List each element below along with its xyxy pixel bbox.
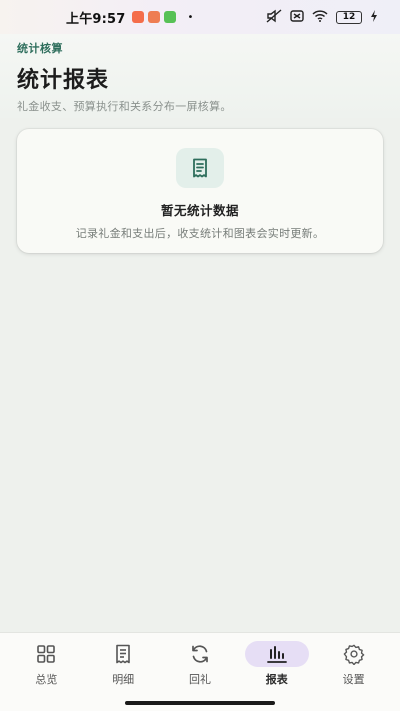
status-bar: 上午9:57 • 12: [0, 0, 400, 34]
app-notification-icon: [131, 11, 144, 23]
app-notification-icon: [163, 11, 176, 23]
refresh-icon: [168, 641, 232, 667]
gear-icon: [322, 641, 386, 667]
wifi-icon: [312, 9, 328, 25]
empty-state-description: 记录礼金和支出后，收支统计和图表会实时更新。: [75, 227, 325, 240]
home-indicator[interactable]: [125, 701, 275, 705]
empty-state-card: 暂无统计数据 记录礼金和支出后，收支统计和图表会实时更新。: [17, 129, 383, 253]
nav-label: 回礼: [188, 673, 211, 686]
nav-label: 明细: [112, 673, 135, 686]
nav-label: 报表: [265, 673, 288, 686]
page-title: 统计报表: [17, 68, 110, 93]
status-time: 上午9:57: [66, 11, 126, 27]
page-header: 统计核算 统计报表 礼金收支、预算执行和关系分布一屏核算。: [0, 34, 400, 118]
status-system-icons: 12: [266, 8, 378, 26]
nav-label: 设置: [342, 673, 365, 686]
status-separator: •: [187, 11, 194, 23]
battery-indicator: 12: [336, 10, 362, 24]
grid-icon: [14, 641, 78, 667]
app-notification-icon: [147, 11, 160, 23]
sim-off-icon: [290, 9, 304, 25]
nav-item-overview[interactable]: 总览: [13, 641, 79, 711]
bottom-navigation: 总览 明细 回礼 报表 设置: [0, 632, 400, 711]
mute-icon: [266, 8, 282, 26]
nav-item-settings[interactable]: 设置: [321, 641, 387, 711]
receipt-icon: [176, 148, 224, 188]
receipt-icon: [91, 641, 155, 667]
section-eyebrow: 统计核算: [17, 42, 63, 55]
bar-chart-icon: [244, 641, 309, 667]
nav-label: 总览: [35, 673, 58, 686]
page-subtitle: 礼金收支、预算执行和关系分布一屏核算。: [17, 100, 232, 113]
charging-icon: [370, 9, 378, 25]
empty-state-title: 暂无统计数据: [160, 203, 239, 218]
